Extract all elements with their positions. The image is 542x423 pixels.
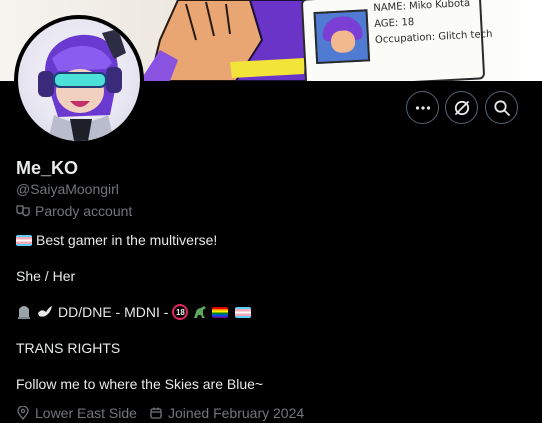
bio-line-3: DD/DNE - MDNI - 18 [16, 304, 252, 320]
search-button[interactable] [485, 91, 518, 124]
no-under-18-icon: 18 [172, 304, 189, 320]
parody-label-row[interactable]: Parody account [16, 203, 132, 219]
display-name: Me_KO [16, 158, 79, 178]
bio-text-1: Best gamer in the multiverse! [36, 232, 218, 248]
masks-icon [16, 205, 30, 217]
bio-text-5: Follow me to where the Skies are Blue~ [16, 376, 264, 392]
avatar-image [18, 19, 140, 141]
avatar[interactable] [14, 15, 144, 145]
headstone-icon [18, 306, 30, 319]
banner-id-card: NAME: Miko Kubota AGE: 18 Occupation: Gl… [300, 0, 493, 81]
bio-line-1: Best gamer in the multiverse! [16, 232, 217, 248]
location-pin-icon [17, 406, 29, 420]
pride-flag-icon [212, 306, 229, 318]
parody-label: Parody account [35, 203, 133, 219]
location-item: Lower East Side [16, 405, 137, 421]
more-options-button[interactable] [406, 91, 439, 124]
profile-meta: Lower East Side Joined February 2024 [16, 405, 304, 421]
joined-text: Joined February 2024 [167, 405, 305, 421]
trans-flag-icon [235, 306, 252, 318]
grok-icon [454, 100, 469, 115]
search-icon [493, 99, 510, 116]
user-handle: @SaiyaMoongirl [16, 181, 119, 197]
bio-text-4: TRANS RIGHTS [16, 340, 121, 356]
location-text: Lower East Side [35, 405, 137, 421]
bio-text-2: She / Her [16, 268, 76, 284]
id-card-photo [313, 9, 371, 65]
grok-button[interactable] [445, 91, 478, 124]
bio-line-5: Follow me to where the Skies are Blue~ [16, 376, 263, 392]
more-horizontal-icon [415, 105, 430, 110]
trans-flag-icon [16, 234, 32, 246]
id-card-text: NAME: Miko Kubota AGE: 18 Occupation: Gl… [373, 0, 493, 49]
bio-line-2: She / Her [16, 268, 75, 284]
bio-line-4: TRANS RIGHTS [16, 340, 120, 356]
dove-icon [38, 306, 52, 317]
calendar-icon [150, 407, 162, 419]
dinosaur-icon [194, 306, 207, 318]
joined-item: Joined February 2024 [149, 405, 304, 421]
bio-text-3: DD/DNE - MDNI - [58, 304, 169, 320]
